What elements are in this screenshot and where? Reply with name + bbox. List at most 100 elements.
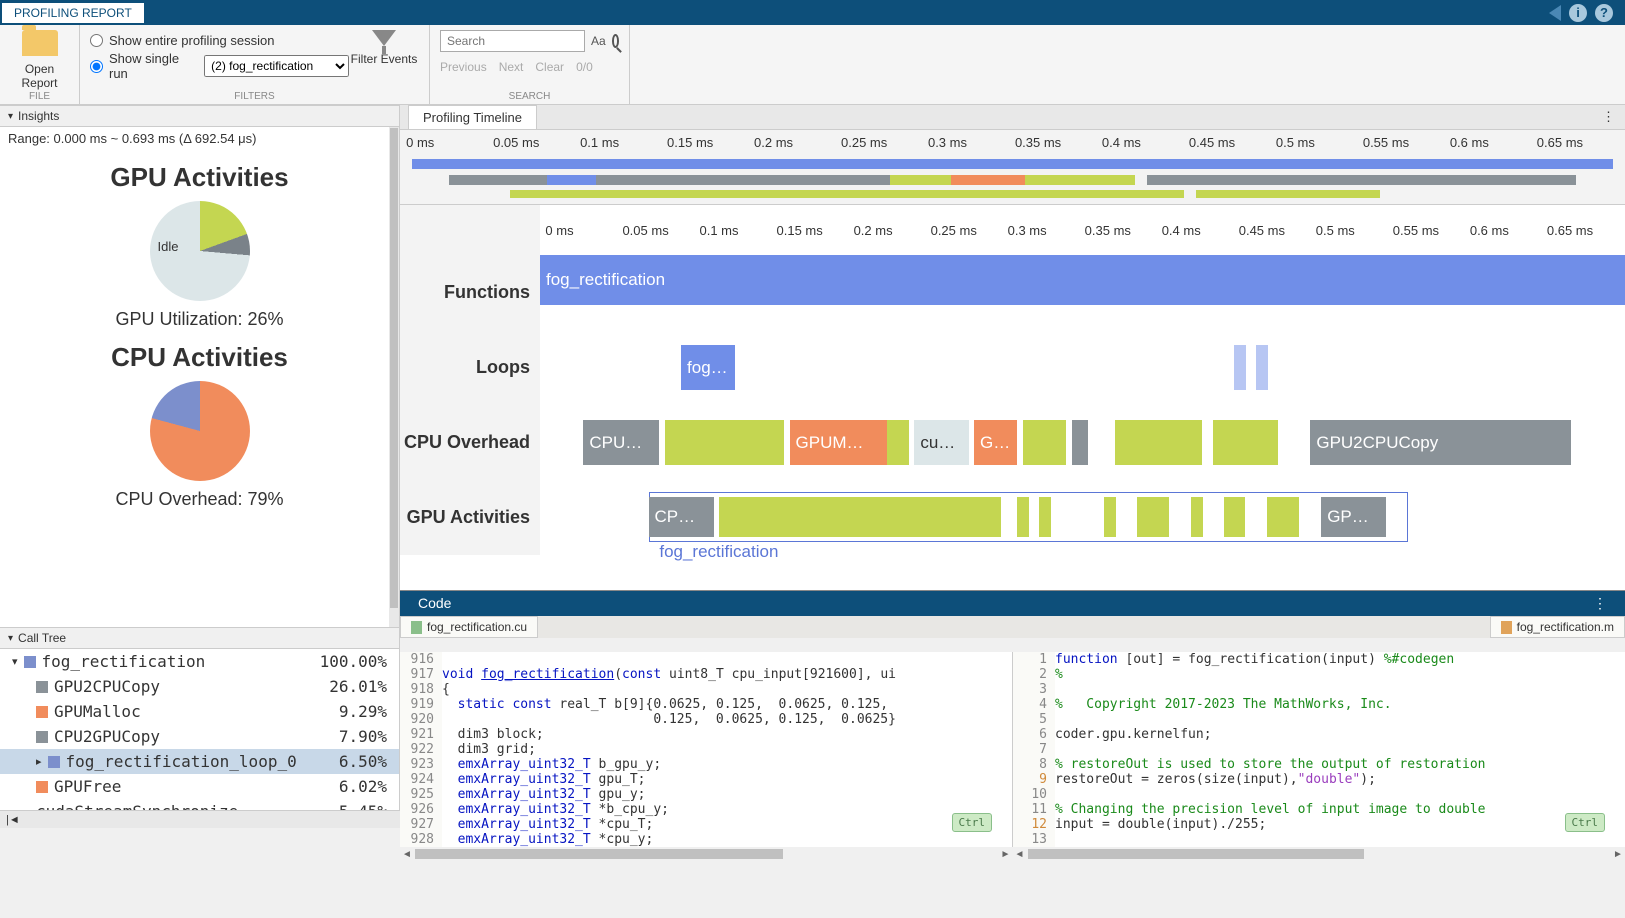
title-tab[interactable]: PROFILING REPORT [2, 3, 144, 23]
code-line[interactable]: 927 emxArray_uint32_T *cpu_T; [400, 817, 1012, 832]
left-file-tab[interactable]: fog_rectification.cu [400, 616, 538, 638]
calltree-row[interactable]: GPUFree6.02% [0, 774, 399, 799]
event-green[interactable] [1023, 420, 1066, 465]
code-line[interactable]: 918{ [400, 682, 1012, 697]
code-line[interactable]: 1function [out] = fog_rectification(inpu… [1013, 652, 1625, 667]
event-gpu-kernel[interactable] [719, 497, 1001, 537]
event-green[interactable] [887, 420, 909, 465]
code-line[interactable]: 7 [1013, 742, 1625, 757]
event-cpu[interactable]: CPU… [583, 420, 659, 465]
event-green[interactable] [1213, 420, 1278, 465]
event-fog-rectification[interactable]: fog_rectification [540, 255, 1625, 305]
code-line[interactable]: 13 [1013, 832, 1625, 847]
event-gp[interactable]: GP… [1321, 497, 1386, 537]
event-cu[interactable]: cu… [914, 420, 968, 465]
code-line[interactable]: 6coder.gpu.kernelfun; [1013, 727, 1625, 742]
calltree-header[interactable]: Call Tree [0, 627, 399, 649]
event-g[interactable]: G… [974, 420, 1017, 465]
profiling-timeline-tab[interactable]: Profiling Timeline [408, 105, 537, 129]
code-panel-title: Code [418, 595, 451, 612]
code-line[interactable]: 925 emxArray_uint32_T gpu_y; [400, 787, 1012, 802]
code-line[interactable]: 9restoreOut = zeros(size(input),"double"… [1013, 772, 1625, 787]
mini-timeline[interactable] [400, 155, 1625, 205]
code-pane-left[interactable]: 916917void fog_rectification(const uint8… [400, 652, 1013, 847]
right-hscrollbar[interactable]: ◄ ► [1013, 847, 1625, 861]
help-icon[interactable]: ? [1595, 4, 1613, 22]
funnel-icon[interactable] [372, 30, 396, 46]
event-gpu-tiny[interactable] [1224, 497, 1246, 537]
calltree-row[interactable]: ▾fog_rectification100.00% [0, 649, 399, 674]
event-gray[interactable] [1072, 420, 1088, 465]
event-cp[interactable]: CP… [649, 497, 714, 537]
loops-track[interactable]: fog… [540, 330, 1625, 405]
event-loop-tiny[interactable] [1256, 345, 1268, 390]
code-line[interactable]: 12input = double(input)./255; [1013, 817, 1625, 832]
case-sensitive-icon[interactable]: Aa [591, 34, 606, 48]
goto-start-icon[interactable]: |◄ [6, 814, 20, 826]
code-line[interactable]: 4% Copyright 2017-2023 The MathWorks, In… [1013, 697, 1625, 712]
calltree-row[interactable]: cudaStreamSynchronize5.45% [0, 799, 399, 810]
chevron-left-icon [1549, 5, 1561, 21]
insights-header[interactable]: Insights [0, 105, 399, 127]
event-gpu-tiny[interactable] [1104, 497, 1116, 537]
filter-events-button[interactable]: Filter Events [349, 52, 419, 66]
gpu-activities-track[interactable]: CP… GP… fog_rectification [540, 480, 1625, 555]
gpu-utilization-text: GPU Utilization: 26% [0, 309, 399, 330]
show-single-radio[interactable] [90, 60, 103, 73]
next-button[interactable]: Next [499, 60, 524, 74]
event-gpu-tiny[interactable] [1137, 497, 1170, 537]
code-line[interactable]: 10 [1013, 787, 1625, 802]
code-line[interactable]: 11% Changing the precision level of inpu… [1013, 802, 1625, 817]
code-line[interactable]: 3 [1013, 682, 1625, 697]
event-loop-tiny[interactable] [1234, 345, 1246, 390]
code-line[interactable]: 919 static const real_T b[9]{0.0625, 0.1… [400, 697, 1012, 712]
folder-icon[interactable] [22, 30, 58, 56]
code-line[interactable]: 921 dim3 block; [400, 727, 1012, 742]
code-line[interactable]: 923 emxArray_uint32_T b_gpu_y; [400, 757, 1012, 772]
search-icon[interactable] [612, 34, 619, 48]
functions-track-label: Functions [400, 255, 540, 330]
event-fog-loop[interactable]: fog… [681, 345, 735, 390]
event-gpu-tiny[interactable] [1039, 497, 1051, 537]
clear-button[interactable]: Clear [535, 60, 564, 74]
code-menu-icon[interactable]: ⋮ [1593, 595, 1607, 612]
open-report-button[interactable]: Open Report [10, 62, 69, 90]
event-gpu-tiny[interactable] [1191, 497, 1203, 537]
info-icon[interactable]: i [1569, 4, 1587, 22]
right-file-tab[interactable]: fog_rectification.m [1490, 616, 1625, 638]
event-gpu2cpu[interactable]: GPU2CPUCopy [1310, 420, 1570, 465]
code-pane-right[interactable]: 1function [out] = fog_rectification(inpu… [1013, 652, 1625, 847]
ctrl-badge-right: Ctrl [1565, 813, 1606, 832]
code-line[interactable]: 924 emxArray_uint32_T gpu_T; [400, 772, 1012, 787]
calltree-row[interactable]: GPU2CPUCopy26.01% [0, 674, 399, 699]
calltree-row[interactable]: CPU2GPUCopy7.90% [0, 724, 399, 749]
calltree-row[interactable]: GPUMalloc9.29% [0, 699, 399, 724]
code-line[interactable]: 5 [1013, 712, 1625, 727]
event-green[interactable] [1115, 420, 1202, 465]
search-group-label: SEARCH [509, 91, 551, 102]
code-line[interactable]: 926 emxArray_uint32_T *b_cpu_y; [400, 802, 1012, 817]
cpu-overhead-track[interactable]: CPU… GPUM… cu… G… GPU2CPUCopy [540, 405, 1625, 480]
code-line[interactable]: 917void fog_rectification(const uint8_T … [400, 667, 1012, 682]
calltree-row[interactable]: ▸fog_rectification_loop_06.50% [0, 749, 399, 774]
code-line[interactable]: 8% restoreOut is used to store the outpu… [1013, 757, 1625, 772]
code-line[interactable]: 928 emxArray_uint32_T *cpu_y; [400, 832, 1012, 847]
event-gpu-tiny[interactable] [1267, 497, 1300, 537]
left-hscrollbar[interactable]: ◄ ► [400, 847, 1013, 861]
search-input[interactable] [440, 30, 585, 52]
run-select[interactable]: (2) fog_rectification [204, 55, 349, 77]
event-gpu-tiny[interactable] [1017, 497, 1029, 537]
previous-button[interactable]: Previous [440, 60, 487, 74]
event-gpumalloc[interactable]: GPUM… [790, 420, 888, 465]
event-green[interactable] [665, 420, 784, 465]
code-line[interactable]: 920 0.125, 0.0625, 0.125, 0.0625} [400, 712, 1012, 727]
code-line[interactable]: 2% [1013, 667, 1625, 682]
timeline-container[interactable]: 0 ms0.05 ms0.1 ms0.15 ms0.2 ms0.25 ms0.3… [400, 130, 1625, 590]
insights-scrollbar[interactable] [389, 127, 399, 627]
code-line[interactable]: 922 dim3 grid; [400, 742, 1012, 757]
functions-track[interactable]: fog_rectification [540, 255, 1625, 330]
code-line[interactable]: 916 [400, 652, 1012, 667]
timeline-menu-icon[interactable]: ⋮ [1592, 105, 1625, 129]
title-bar: PROFILING REPORT i ? [0, 0, 1625, 25]
show-entire-radio[interactable] [90, 34, 103, 47]
